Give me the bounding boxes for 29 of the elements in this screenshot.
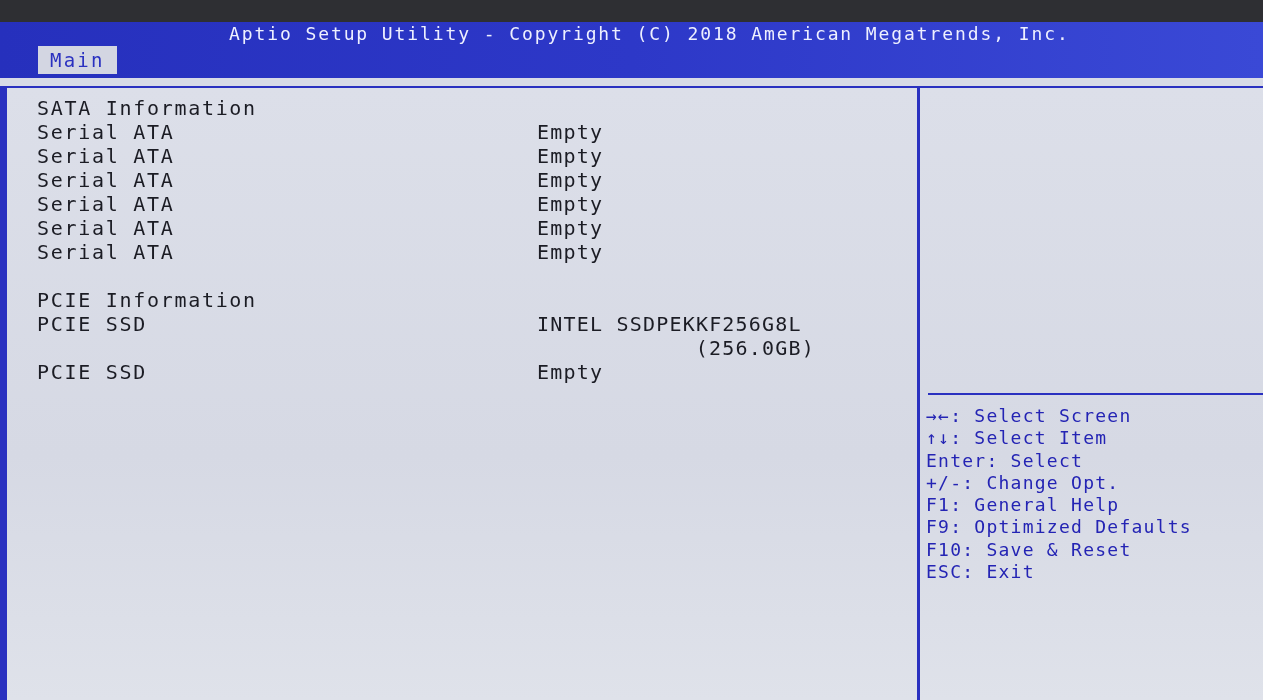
key-help-text: F10: Save & Reset — [926, 538, 1132, 562]
key-help-text: ↑↓: Select Item — [926, 427, 1108, 450]
key-help-text: →←: Select Screen — [926, 405, 1132, 428]
item-label: Serial ATA — [37, 192, 175, 216]
item-value: Empty — [537, 360, 604, 384]
key-help-text: Enter: Select — [926, 449, 1084, 472]
section-heading: SATA Information — [37, 96, 257, 120]
item-label: PCIE SSD — [37, 312, 147, 336]
item-label: Serial ATA — [37, 120, 175, 144]
item-value: Empty — [537, 216, 604, 240]
item-value: INTEL SSDPEKKF256G8L — [537, 312, 802, 336]
section-heading: PCIE Information — [37, 288, 257, 312]
item-value: Empty — [537, 120, 604, 144]
item-label: Serial ATA — [37, 240, 175, 264]
key-help-text: +/-: Change Opt. — [926, 471, 1120, 495]
window-title: Aptio Setup Utility - Copyright (C) 2018 American Megatrends, Inc. — [229, 24, 1070, 44]
tab[interactable]: Main — [38, 46, 117, 74]
item-value: (256.0GB) — [695, 336, 815, 360]
key-help-text: F1: General Help — [926, 494, 1120, 517]
item-label: PCIE SSD — [37, 360, 147, 384]
key-help-text: ESC: Exit — [926, 561, 1035, 584]
item-label: Serial ATA — [37, 144, 175, 168]
item-value: Empty — [537, 192, 604, 216]
item-value: Empty — [537, 144, 604, 168]
item-label: Serial ATA — [37, 168, 175, 192]
item-value: Empty — [537, 240, 604, 264]
item-value: Empty — [537, 168, 604, 192]
item-label: Serial ATA — [37, 216, 175, 240]
key-help-text: F9: Optimized Defaults — [926, 516, 1192, 539]
